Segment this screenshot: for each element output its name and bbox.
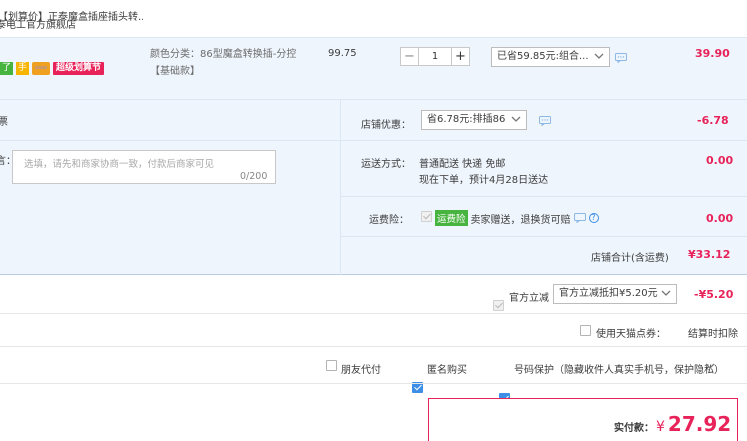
promo-tag-green: 了	[0, 62, 13, 75]
official-discount-select-value: 官方立减抵扣¥5.20元	[559, 288, 658, 299]
shipping-eta: 现在下单，预计4月28日送达	[419, 175, 549, 186]
help-icon[interactable]: ?	[588, 213, 599, 223]
item-spec-sub: 【基础款】	[150, 66, 200, 77]
tianmao-points-label: 使用天猫点券：	[596, 329, 666, 340]
divider	[0, 383, 747, 384]
seller-message-placeholder: 选填，请先和商家协商一致，付款后商家可见	[24, 159, 215, 170]
detail-divider	[340, 100, 341, 275]
item-spec: 颜色分类：86型魔盒转换插-分控 【基础款】	[150, 46, 310, 80]
item-subtotal: 39.90	[695, 47, 730, 60]
chevron-down-icon	[511, 116, 521, 122]
freight-insurance-label: 运费险：	[369, 215, 409, 226]
divider	[340, 196, 747, 197]
friend-pay-checkbox[interactable]	[326, 360, 337, 371]
freight-insurance-checkbox	[421, 211, 432, 222]
friend-pay-label: 朋友代付	[341, 365, 381, 376]
official-discount-label: 官方立减	[509, 293, 549, 304]
chevron-down-icon[interactable]	[705, 361, 715, 371]
payment-total: 实付款： ¥ 27.92	[614, 412, 731, 436]
chat-icon[interactable]	[615, 53, 627, 63]
shipping-method: 普通配送 快递 免邮	[419, 159, 506, 170]
anonymous-label: 匿名购买	[427, 365, 467, 376]
official-discount-checkbox	[493, 300, 504, 311]
freight-insurance-text: 卖家赠送，退换货可赔	[470, 214, 571, 226]
shop-discount-label: 店铺优惠：	[361, 120, 411, 131]
promo-tag-yellow: 手	[16, 62, 29, 75]
shipping-label: 运送方式：	[361, 159, 411, 170]
tianmao-points-note: 结算时扣除	[688, 329, 738, 340]
divider	[0, 140, 340, 141]
shop-discount-select[interactable]: 省6.78元:排插86	[421, 110, 527, 130]
quantity-input[interactable]: 1	[419, 47, 451, 66]
payment-amount: 27.92	[667, 412, 732, 436]
quantity-stepper: − 1 +	[400, 47, 470, 66]
invoice-label: 票	[0, 117, 8, 128]
divider	[0, 313, 747, 314]
promo-tag-red: 超级划算节	[53, 62, 105, 75]
divider	[340, 140, 747, 141]
item-title-link[interactable]: 【划算价】正泰魔盒插座插头转...	[0, 8, 143, 23]
quantity-decrease-button[interactable]: −	[400, 47, 419, 66]
divider	[340, 236, 747, 237]
tianmao-points-checkbox[interactable]	[580, 325, 591, 336]
quantity-increase-button[interactable]: +	[451, 47, 470, 66]
shipping-amount: 0.00	[706, 154, 734, 167]
privacy-label: 号码保护（隐藏收件人真实手机号，保护隐私）	[514, 365, 724, 376]
shop-discount-select-value: 省6.78元:排插86	[427, 114, 506, 125]
card-icon	[32, 62, 50, 75]
shop-total-amount: ¥33.12	[688, 248, 731, 261]
official-discount-amount: -¥5.20	[694, 288, 734, 301]
item-discount-select-value: 已省59.85元:组合...	[497, 51, 589, 62]
divider	[0, 346, 747, 347]
unit-price: 99.75	[328, 48, 357, 59]
official-discount-select[interactable]: 官方立减抵扣¥5.20元	[553, 284, 677, 304]
shop-total-label: 店铺合计(含运费)	[591, 253, 669, 264]
chevron-down-icon	[661, 290, 671, 296]
chat-icon[interactable]	[539, 116, 551, 126]
item-tags: 了 手 超级划算节	[0, 62, 105, 75]
payment-currency: ¥	[656, 419, 665, 435]
item-discount-select[interactable]: 已省59.85元:组合...	[491, 47, 610, 67]
shop-discount-amount: -6.78	[697, 114, 729, 127]
seller-message-counter: 0/200	[240, 171, 268, 182]
order-item-row	[0, 38, 747, 100]
freight-insurance-amount: 0.00	[706, 212, 734, 225]
item-spec-label: 颜色分类：86型魔盒转换插-分控	[150, 49, 297, 60]
freight-insurance-info: 运费险 卖家赠送，退换货可赔 ?	[435, 210, 599, 226]
chat-icon[interactable]	[573, 213, 586, 223]
payment-label: 实付款：	[614, 423, 654, 434]
chevron-down-icon	[594, 53, 604, 59]
freight-insurance-badge: 运费险	[435, 210, 468, 226]
